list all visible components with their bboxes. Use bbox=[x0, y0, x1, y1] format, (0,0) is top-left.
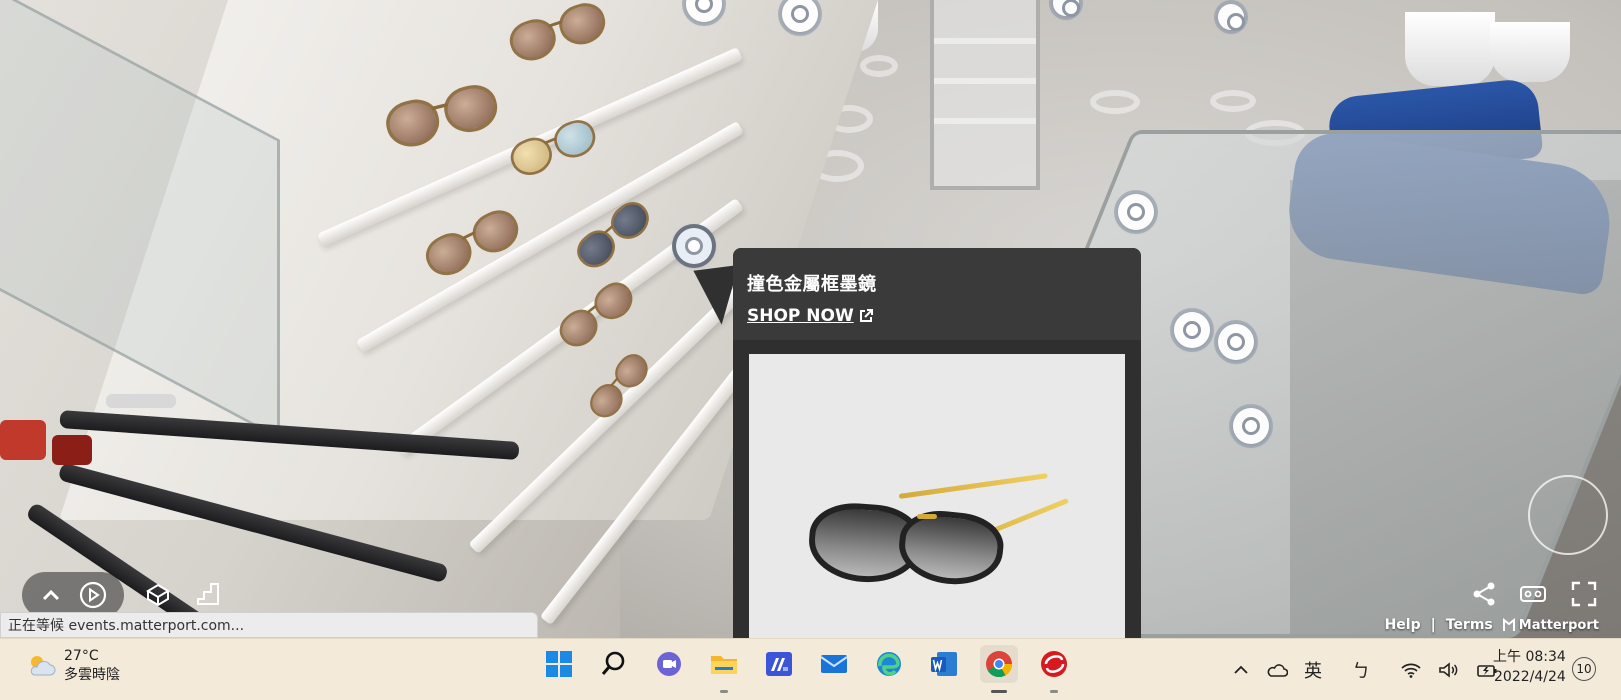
tag-hotspot[interactable] bbox=[1218, 4, 1245, 31]
notification-badge[interactable]: 10 bbox=[1572, 657, 1596, 681]
ime-mode-button[interactable]: ㄅ bbox=[1352, 657, 1370, 683]
network-button[interactable] bbox=[1400, 661, 1422, 679]
dollhouse-view-button[interactable] bbox=[140, 576, 176, 612]
watermark-seal bbox=[1528, 475, 1608, 555]
floor-ring bbox=[1090, 90, 1140, 114]
matterport-brand-label: Matterport bbox=[1518, 617, 1599, 633]
system-tray: 英 ㄅ bbox=[1232, 639, 1498, 700]
tag-hotspot[interactable] bbox=[1218, 324, 1254, 360]
edge-icon bbox=[877, 652, 901, 676]
file-explorer-button[interactable] bbox=[705, 645, 743, 693]
share-button[interactable] bbox=[1466, 576, 1502, 612]
floor-ring bbox=[860, 55, 898, 77]
show-hidden-icons-button[interactable] bbox=[1232, 661, 1250, 679]
word-button[interactable] bbox=[925, 645, 963, 683]
cloud-icon bbox=[1267, 664, 1288, 677]
volume-button[interactable] bbox=[1438, 661, 1460, 679]
teams-chat-button[interactable] bbox=[650, 645, 688, 683]
chrome-icon bbox=[986, 651, 1013, 678]
planter bbox=[1405, 12, 1495, 86]
floor-plan-button[interactable] bbox=[190, 576, 226, 612]
footer-separator: | bbox=[1430, 617, 1436, 633]
search-button[interactable] bbox=[595, 645, 633, 683]
viewer-footer: Help | Terms Matterport bbox=[1385, 617, 1599, 633]
browser-status-bar: 正在等候 events.matterport.com... bbox=[0, 612, 538, 638]
tag-popup-header: 撞色金屬框墨鏡 SHOP NOW bbox=[733, 248, 1141, 340]
tag-title: 撞色金屬框墨鏡 bbox=[747, 274, 877, 295]
chat-icon bbox=[657, 652, 681, 676]
product-lens-right bbox=[895, 506, 1007, 590]
windows-logo-icon bbox=[546, 651, 572, 677]
start-button[interactable] bbox=[540, 645, 578, 683]
floor-ring bbox=[1210, 90, 1256, 112]
terms-link[interactable]: Terms bbox=[1446, 617, 1493, 633]
speaker-icon bbox=[1439, 662, 1458, 678]
collapse-controls-button[interactable] bbox=[34, 578, 68, 612]
product-image bbox=[749, 354, 1125, 638]
chevron-up-icon bbox=[42, 589, 60, 601]
vr-headset-icon bbox=[1520, 586, 1546, 602]
display-rack bbox=[930, 0, 1040, 190]
search-icon bbox=[601, 651, 625, 675]
weather-widget[interactable]: 27°C 多雲時陰 bbox=[26, 647, 120, 685]
partly-cloudy-icon bbox=[30, 656, 56, 676]
store-button[interactable] bbox=[760, 645, 798, 683]
chevron-up-icon bbox=[1234, 665, 1248, 674]
weather-condition: 多雲時陰 bbox=[64, 667, 120, 683]
play-tour-button[interactable] bbox=[76, 578, 110, 612]
weather-temperature: 27°C bbox=[64, 648, 99, 664]
matterport-logo-icon bbox=[1502, 618, 1515, 631]
input-language-button[interactable]: 英 bbox=[1304, 657, 1322, 683]
chrome-button[interactable] bbox=[980, 645, 1018, 693]
fullscreen-icon bbox=[1571, 581, 1597, 607]
tag-hotspot[interactable] bbox=[1233, 408, 1269, 444]
mail-icon bbox=[820, 655, 848, 673]
clock[interactable]: 上午 08:34 2022/4/24 bbox=[1493, 647, 1566, 687]
taskbar: 27°C 多雲時陰 英 ㄅ 上午 08:34 2022/4/24 10 bbox=[0, 638, 1621, 700]
wifi-icon bbox=[1401, 663, 1421, 678]
onedrive-button[interactable] bbox=[1266, 661, 1288, 679]
share-icon bbox=[1473, 582, 1495, 606]
dollhouse-icon bbox=[146, 583, 170, 607]
fullscreen-button[interactable] bbox=[1566, 576, 1602, 612]
trend-micro-icon bbox=[1041, 651, 1067, 677]
shop-now-label: SHOP NOW bbox=[747, 306, 854, 326]
clock-date: 2022/4/24 bbox=[1494, 669, 1566, 685]
store-icon bbox=[766, 652, 792, 676]
tour-viewport[interactable]: 撞色金屬框墨鏡 SHOP NOW Help | Terms Matterport… bbox=[0, 0, 1621, 638]
shop-now-link[interactable]: SHOP NOW bbox=[747, 306, 874, 326]
matterport-link[interactable]: Matterport bbox=[1502, 617, 1599, 633]
floor-plan-icon bbox=[197, 583, 219, 605]
folder-icon bbox=[711, 656, 737, 674]
mail-button[interactable] bbox=[815, 645, 853, 683]
help-link[interactable]: Help bbox=[1385, 617, 1421, 633]
edge-button[interactable] bbox=[870, 645, 908, 683]
tag-hotspot[interactable] bbox=[1118, 194, 1154, 230]
planter bbox=[1490, 22, 1570, 82]
play-icon bbox=[79, 581, 107, 609]
tag-hotspot[interactable] bbox=[1174, 312, 1210, 348]
trend-micro-button[interactable] bbox=[1035, 645, 1073, 693]
tag-popup: 撞色金屬框墨鏡 SHOP NOW bbox=[733, 248, 1141, 638]
vr-mode-button[interactable] bbox=[1514, 576, 1552, 612]
clock-time: 上午 08:34 bbox=[1493, 649, 1566, 665]
external-link-icon bbox=[859, 309, 873, 322]
taskbar-apps bbox=[540, 645, 1073, 693]
word-icon bbox=[931, 652, 957, 676]
